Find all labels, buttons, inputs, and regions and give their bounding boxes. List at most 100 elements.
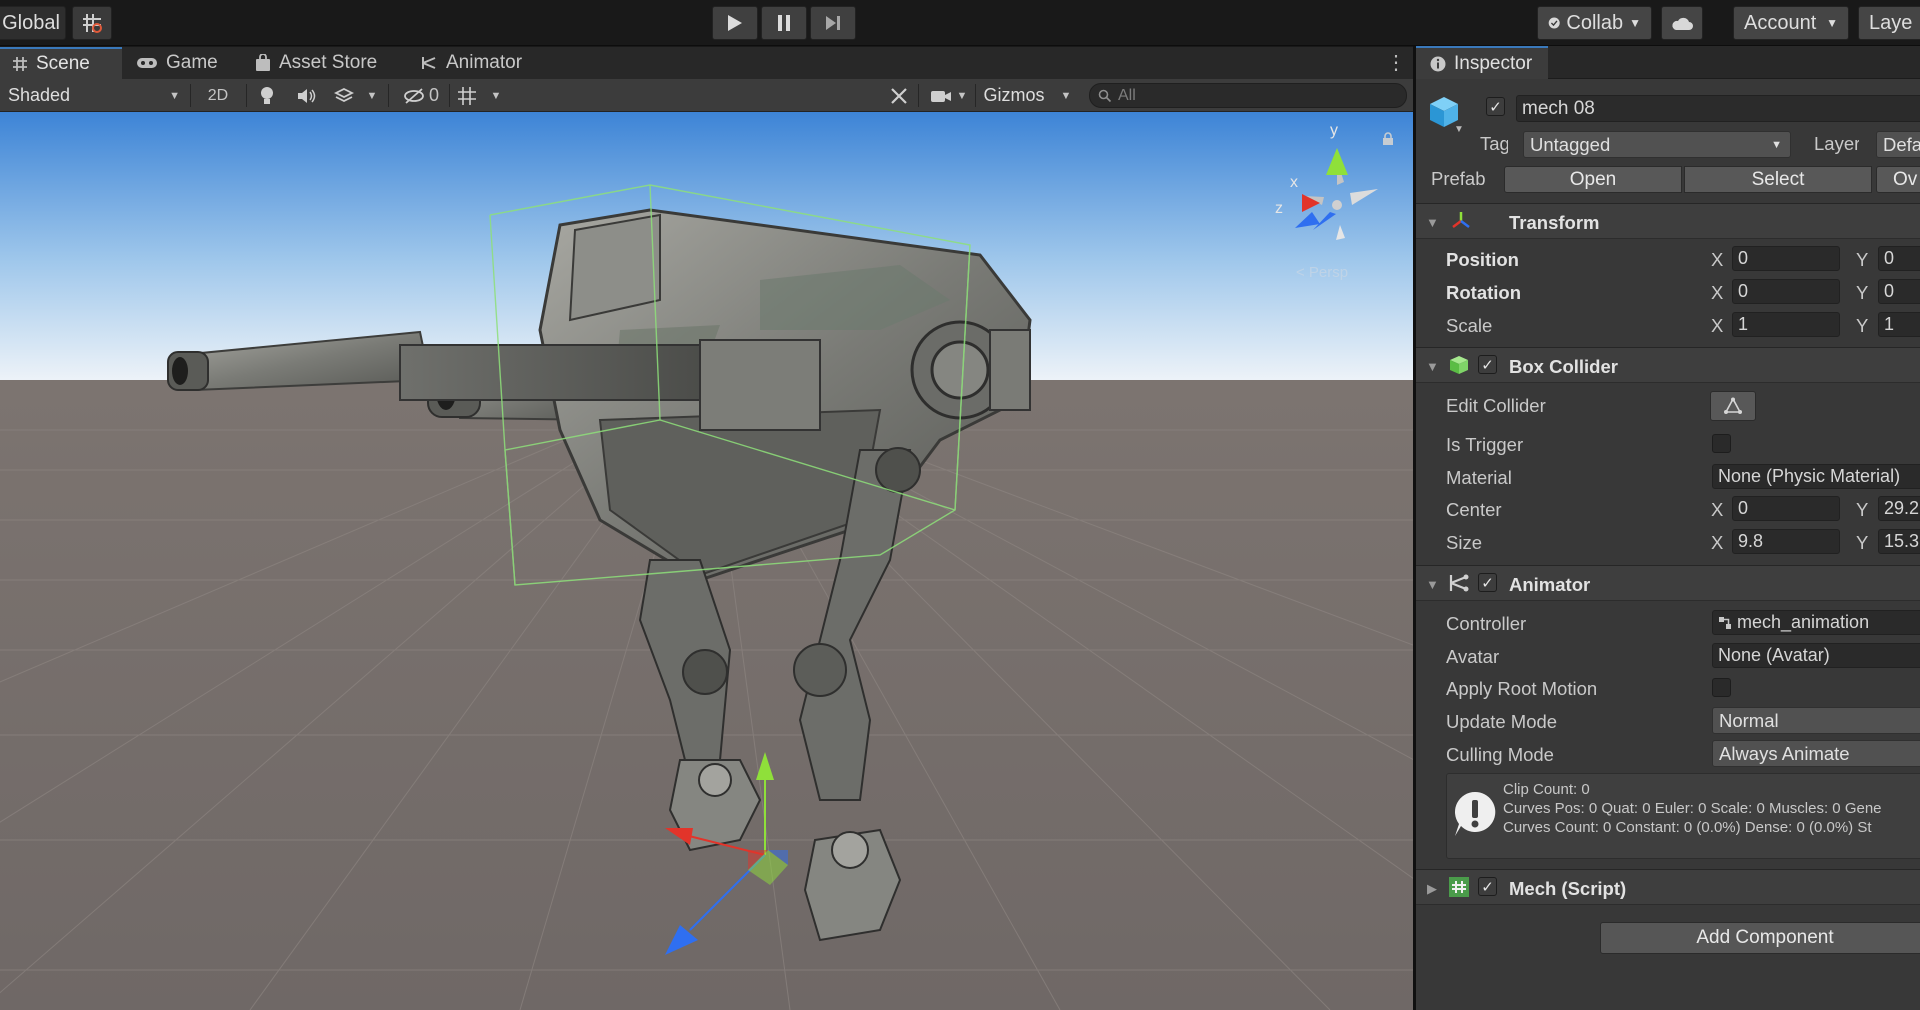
foldout-expanded-icon[interactable]: ▼ [1426, 577, 1439, 592]
grid-dropdown[interactable]: ▼ [488, 82, 504, 109]
pause-button[interactable] [761, 6, 807, 40]
box-collider-enabled-checkbox[interactable]: ✓ [1478, 355, 1497, 374]
object-name-field[interactable]: mech 08 [1516, 95, 1920, 122]
foldout-expanded-icon[interactable]: ▼ [1426, 215, 1439, 230]
chevron-down-icon[interactable]: ▼ [1454, 124, 1464, 135]
scale-y-value: 1 [1884, 314, 1895, 334]
size-y-value: 15.3 [1884, 531, 1920, 551]
effects-toggle[interactable] [330, 82, 358, 109]
gizmos-button[interactable]: Gizmos [979, 82, 1049, 109]
pause-icon [778, 15, 790, 31]
scene-search-field[interactable]: All [1089, 83, 1407, 108]
step-button[interactable] [810, 6, 856, 40]
more-options-icon[interactable]: ⋮ [1386, 51, 1406, 75]
animator-title: Animator [1509, 574, 1591, 595]
2d-toggle-button[interactable]: 2D [199, 82, 237, 109]
tag-value: Untagged [1530, 133, 1611, 155]
transform-header[interactable] [1416, 203, 1920, 239]
curves-count-text: Curves Count: 0 Constant: 0 (0.0%) Dense… [1503, 819, 1872, 836]
update-mode-dropdown[interactable]: Normal [1712, 707, 1920, 734]
collab-button[interactable]: Collab ▼ [1537, 6, 1652, 40]
size-x-label: X [1711, 532, 1724, 553]
center-y-value: 29.2 [1884, 498, 1920, 518]
tab-asset-store-label: Asset Store [279, 52, 378, 73]
grid-hash-icon [13, 57, 27, 71]
add-component-button[interactable]: Add Component [1600, 922, 1920, 954]
tools-toggle[interactable] [884, 82, 914, 109]
snap-grid-button[interactable] [72, 6, 112, 40]
edit-collider-button[interactable] [1710, 391, 1756, 421]
gizmo-view-label[interactable]: < Persp [1296, 264, 1348, 281]
layers-dropdown[interactable]: Laye [1858, 6, 1920, 40]
center-y-field[interactable]: 29.2 [1878, 496, 1920, 521]
effects-dropdown[interactable]: ▼ [364, 82, 380, 109]
apply-root-motion-checkbox[interactable] [1712, 678, 1731, 697]
tag-dropdown[interactable]: Untagged ▼ [1523, 131, 1791, 158]
avatar-field[interactable]: None (Avatar) [1712, 643, 1920, 668]
layer-value: Default [1883, 133, 1920, 155]
prefab-overrides-dropdown[interactable]: Ov [1876, 166, 1920, 193]
layer-dropdown[interactable]: Default [1876, 131, 1920, 158]
prefab-open-button[interactable]: Open [1504, 166, 1682, 193]
gamepad-icon [137, 58, 157, 68]
controller-value: mech_animation [1737, 612, 1870, 632]
hidden-objects-toggle[interactable]: 0 [398, 82, 444, 109]
camera-dropdown[interactable]: ▼ [954, 82, 970, 109]
position-x-field[interactable]: 0 [1732, 246, 1840, 271]
rotation-y-field[interactable]: 0 [1878, 279, 1920, 304]
gizmos-dropdown[interactable]: ▼ [1056, 82, 1076, 109]
culling-mode-dropdown[interactable]: Always Animate [1712, 740, 1920, 767]
controller-field[interactable]: mech_animation [1712, 610, 1920, 635]
lightbulb-icon [261, 86, 273, 104]
foldout-collapsed-icon[interactable]: ▶ [1427, 881, 1437, 897]
animator-icon [1449, 574, 1469, 592]
object-active-checkbox[interactable]: ✓ [1486, 97, 1505, 116]
animator-enabled-checkbox[interactable]: ✓ [1478, 573, 1497, 592]
tab-inspector[interactable]: Inspector [1416, 46, 1549, 79]
grid-toggle[interactable] [452, 82, 482, 109]
camera-settings-button[interactable] [926, 82, 956, 109]
play-button[interactable] [712, 6, 758, 40]
mech-script-enabled-checkbox[interactable]: ✓ [1478, 877, 1497, 896]
size-y-field[interactable]: 15.3 [1878, 529, 1920, 554]
scene-tab-bar: Scene Game Asset Store Animator ⋮ [0, 47, 1413, 79]
tab-scene[interactable]: Scene [0, 47, 122, 79]
scale-y-field[interactable]: 1 [1878, 312, 1920, 337]
is-trigger-checkbox[interactable] [1712, 434, 1731, 453]
avatar-label: Avatar [1446, 646, 1500, 667]
box-collider-title: Box Collider [1509, 356, 1618, 377]
size-x-field[interactable]: 9.8 [1732, 529, 1840, 554]
shading-mode-dropdown[interactable]: Shaded ▼ [4, 82, 184, 109]
lighting-toggle[interactable] [253, 82, 281, 109]
rotation-x-field[interactable]: 0 [1732, 279, 1840, 304]
lock-icon[interactable] [1382, 132, 1394, 146]
search-placeholder: All [1118, 86, 1136, 104]
pivot-rotation-toggle[interactable]: Global [0, 6, 66, 40]
tab-animator[interactable]: Animator [408, 47, 534, 79]
foldout-expanded-icon[interactable]: ▼ [1426, 359, 1439, 374]
shading-mode-label: Shaded [8, 85, 71, 105]
position-y-field[interactable]: 0 [1878, 246, 1920, 271]
box-collider-icon [1450, 356, 1468, 374]
rotation-x-label: X [1711, 282, 1724, 303]
audio-toggle[interactable] [292, 82, 320, 109]
account-dropdown[interactable]: Account ▼ [1733, 6, 1849, 40]
scene-viewport[interactable]: y x z < Persp [0, 112, 1413, 1010]
prefab-label: Prefab [1431, 168, 1486, 189]
tab-game[interactable]: Game [124, 47, 230, 79]
scale-y-label: Y [1856, 315, 1869, 336]
culling-mode-label: Culling Mode [1446, 744, 1554, 765]
material-field[interactable]: None (Physic Material) [1712, 464, 1920, 489]
tab-game-label: Game [166, 52, 218, 73]
tab-asset-store[interactable]: Asset Store [243, 47, 389, 79]
curves-pos-text: Curves Pos: 0 Quat: 0 Euler: 0 Scale: 0 … [1503, 800, 1882, 817]
center-y-label: Y [1856, 499, 1869, 520]
prefab-select-button[interactable]: Select [1684, 166, 1872, 193]
gizmos-label: Gizmos [983, 85, 1045, 105]
cloud-button[interactable] [1661, 6, 1703, 40]
scale-x-field[interactable]: 1 [1732, 312, 1840, 337]
center-x-field[interactable]: 0 [1732, 496, 1840, 521]
center-label: Center [1446, 499, 1502, 520]
gizmo-axis-z-label: z [1275, 200, 1283, 217]
account-label: Account [1744, 11, 1817, 34]
